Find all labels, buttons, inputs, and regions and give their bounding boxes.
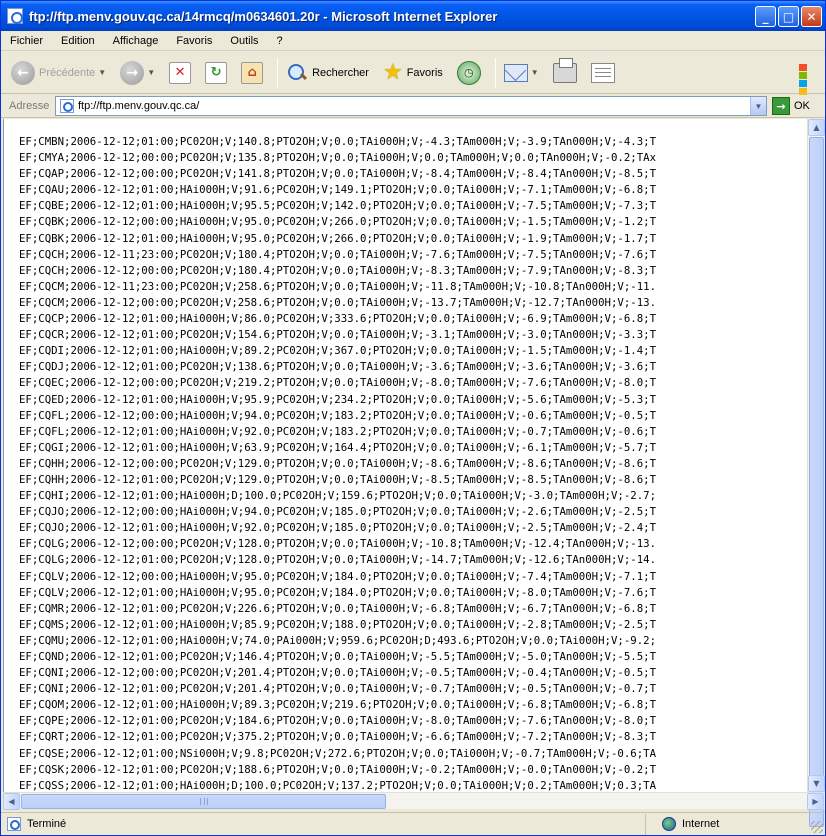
vertical-scroll-thumb[interactable] [809,137,824,827]
status-text: Terminé [27,818,67,830]
stop-button[interactable]: ✕ [165,55,195,91]
edit-icon [590,62,615,83]
search-icon [286,62,308,84]
zone-label: Internet [682,818,720,830]
refresh-button[interactable]: ↻ [201,55,231,91]
chevron-down-icon[interactable]: ▼ [531,68,539,77]
file-text: EF;CMBN;2006-12-12;01:00;PC02OH;V;140.8;… [19,135,657,792]
address-bar: Adresse ftp://ftp.menv.gouv.qc.ca/ ▼ → O… [1,94,825,118]
edit-button[interactable] [587,55,619,91]
menu-affichage[interactable]: Affichage [104,35,168,47]
address-url[interactable]: ftp://ftp.menv.gouv.qc.ca/ [78,100,199,112]
mail-icon [503,63,528,82]
favorites-button[interactable]: ★ Favoris [379,55,447,91]
toolbar: ← Précédente ▼ → ▼ ✕ ↻ ⌂ Rechercher ★ Fa… [1,52,825,94]
home-icon: ⌂ [241,61,264,84]
back-button[interactable]: ← Précédente ▼ [7,55,110,91]
forward-button[interactable]: → ▼ [116,55,159,91]
search-button[interactable]: Rechercher [282,55,373,91]
forward-arrow-icon: → [120,60,145,85]
vertical-scrollbar[interactable]: ▲ ▼ [807,119,825,827]
scroll-left-button[interactable]: ◀ [3,793,20,810]
menu-help[interactable]: ? [268,35,292,47]
back-label: Précédente [39,66,96,79]
resize-grip-icon[interactable] [811,821,823,833]
menu-edition[interactable]: Edition [52,35,104,47]
globe-icon [662,817,676,831]
star-icon: ★ [382,59,403,85]
page-icon [60,99,74,113]
refresh-icon: ↻ [205,61,228,84]
address-input[interactable]: ftp://ftp.menv.gouv.qc.ca/ ▼ [55,96,767,116]
chevron-down-icon[interactable]: ▼ [98,68,106,77]
go-button[interactable]: → OK [772,97,810,115]
horizontal-scrollbar[interactable]: ◀ ▶ [3,792,824,810]
title-bar[interactable]: ftp://ftp.menv.gouv.qc.ca/14rmcq/m063460… [1,1,825,31]
window-title: ftp://ftp.menv.gouv.qc.ca/14rmcq/m063460… [29,8,498,24]
maximize-button[interactable]: □ [778,6,799,27]
menu-bar: Fichier Edition Affichage Favoris Outils… [1,31,825,95]
page-icon [7,817,21,831]
favorites-label: Favoris [406,66,443,79]
status-zone: Internet [646,814,719,835]
history-icon: ◷ [456,60,481,85]
go-label: OK [794,100,810,112]
menu-outils[interactable]: Outils [221,35,267,47]
address-label: Adresse [9,99,50,112]
close-button[interactable]: ✕ [801,6,822,27]
search-label: Rechercher [312,66,369,79]
status-left: Terminé [1,813,646,835]
menu-fichier[interactable]: Fichier [1,35,52,47]
status-bar: Terminé Internet [1,812,825,835]
stop-icon: ✕ [169,61,192,84]
minimize-button[interactable]: _ [755,6,776,27]
go-arrow-icon: → [772,97,790,115]
chevron-down-icon[interactable]: ▼ [750,97,766,115]
history-button[interactable]: ◷ [453,55,485,91]
scroll-right-button[interactable]: ▶ [807,793,824,810]
ie-page-icon [7,8,23,24]
home-button[interactable]: ⌂ [237,55,267,91]
mail-button[interactable]: ▼ [500,55,543,91]
toolbar-separator [494,57,496,88]
horizontal-scroll-thumb[interactable] [21,794,386,809]
back-arrow-icon: ← [11,60,35,85]
browser-window: ftp://ftp.menv.gouv.qc.ca/14rmcq/m063460… [0,0,826,836]
toolbar-separator [277,57,279,88]
scroll-up-button[interactable]: ▲ [808,119,825,136]
scroll-down-button[interactable]: ▼ [808,775,825,792]
menu-favoris[interactable]: Favoris [167,35,221,47]
grip-icon [199,798,208,805]
chevron-down-icon[interactable]: ▼ [147,68,155,77]
print-button[interactable] [549,55,581,91]
page-content[interactable]: EF;CMBN;2006-12-12;01:00;PC02OH;V;140.8;… [3,119,807,792]
printer-icon [552,57,577,83]
